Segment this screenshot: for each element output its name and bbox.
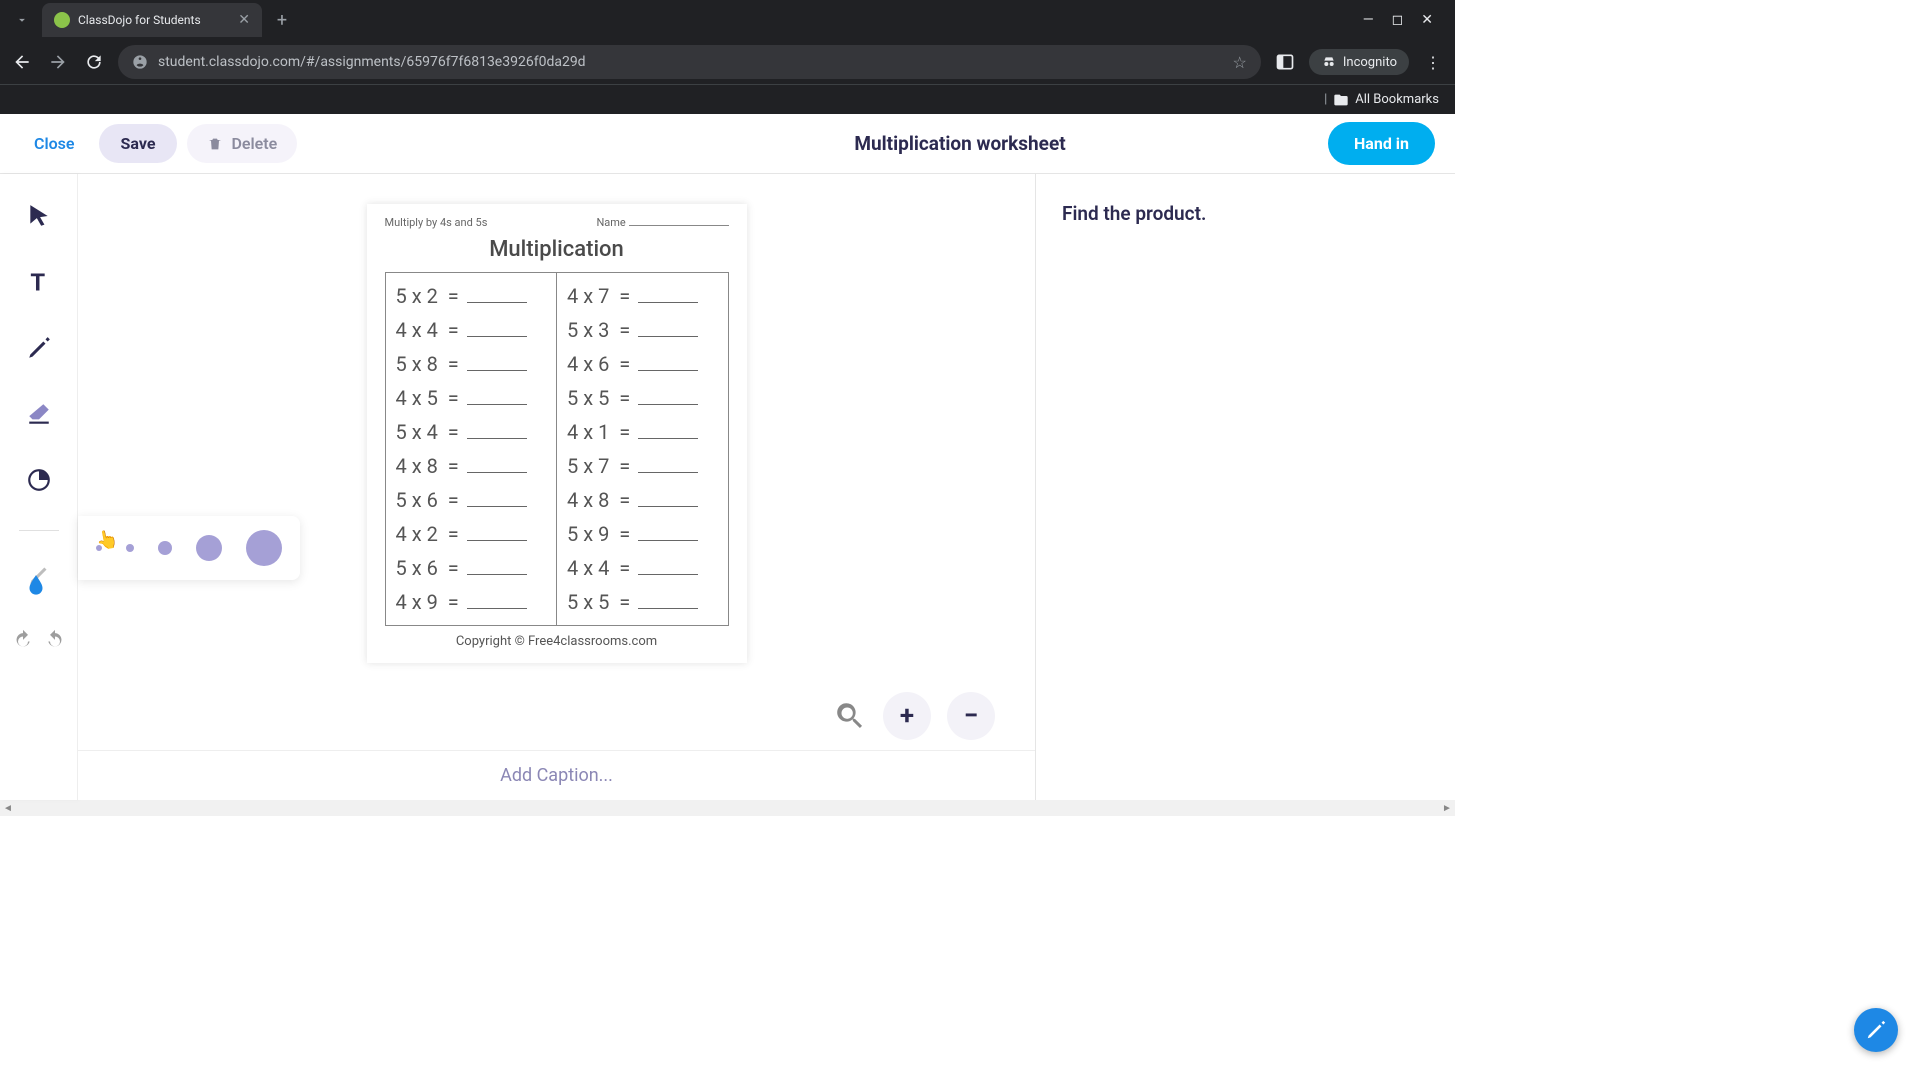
worksheet-row: 4 x 6 = bbox=[567, 347, 718, 381]
brush-size-lg[interactable] bbox=[196, 535, 222, 561]
worksheet-row: 4 x 4 = bbox=[396, 313, 547, 347]
worksheet-row: 4 x 1 = bbox=[567, 415, 718, 449]
redo-button[interactable] bbox=[43, 627, 67, 651]
eraser-tool[interactable] bbox=[19, 394, 59, 434]
brush-size-xs[interactable] bbox=[96, 545, 102, 551]
worksheet-instruction: Multiply by 4s and 5s bbox=[385, 216, 488, 229]
worksheet-row: 4 x 4 = bbox=[567, 551, 718, 585]
worksheet-row: 5 x 5 = bbox=[567, 381, 718, 415]
brush-size-xl[interactable] bbox=[246, 530, 282, 566]
worksheet-row: 5 x 3 = bbox=[567, 313, 718, 347]
text-tool[interactable]: T bbox=[19, 262, 59, 302]
worksheet-image: Multiply by 4s and 5s Name Multiplicatio… bbox=[367, 204, 747, 663]
tab-title: ClassDojo for Students bbox=[78, 13, 230, 27]
worksheet-row: 5 x 2 = bbox=[396, 279, 547, 313]
tab-bar: ClassDojo for Students ✕ + — ◻ ✕ bbox=[0, 0, 1455, 40]
worksheet-row: 5 x 7 = bbox=[567, 449, 718, 483]
zoom-in-button[interactable]: + bbox=[883, 692, 931, 740]
svg-text:T: T bbox=[30, 269, 45, 295]
window-controls: — ◻ ✕ bbox=[1363, 12, 1447, 28]
url-bar[interactable]: student.classdojo.com/#/assignments/6597… bbox=[118, 45, 1261, 79]
canvas-viewport[interactable]: Multiply by 4s and 5s Name Multiplicatio… bbox=[78, 174, 1035, 750]
pen-tool[interactable] bbox=[19, 328, 59, 368]
zoom-search-icon[interactable] bbox=[833, 699, 867, 733]
brush-size-flyout bbox=[78, 516, 300, 580]
toolbox: T bbox=[0, 174, 78, 800]
worksheet-copyright: Copyright © Free4classrooms.com bbox=[385, 634, 729, 649]
worksheet-row: 5 x 4 = bbox=[396, 415, 547, 449]
worksheet-row: 5 x 6 = bbox=[396, 551, 547, 585]
reload-button[interactable] bbox=[82, 50, 106, 74]
site-settings-icon[interactable] bbox=[132, 54, 148, 70]
worksheet-name-label: Name bbox=[596, 216, 625, 229]
url-text: student.classdojo.com/#/assignments/6597… bbox=[158, 54, 586, 70]
instructions-panel: Find the product. bbox=[1035, 174, 1455, 800]
worksheet-row: 4 x 8 = bbox=[396, 449, 547, 483]
back-button[interactable] bbox=[10, 50, 34, 74]
worksheet-row: 4 x 9 = bbox=[396, 585, 547, 619]
main-area: T 👆 bbox=[0, 174, 1455, 800]
worksheet-row: 5 x 9 = bbox=[567, 517, 718, 551]
all-bookmarks-button[interactable]: All Bookmarks bbox=[1355, 92, 1439, 107]
tab-search-dropdown[interactable] bbox=[8, 6, 36, 34]
worksheet-title: Multiplication bbox=[385, 237, 729, 262]
nav-bar: student.classdojo.com/#/assignments/6597… bbox=[0, 40, 1455, 84]
browser-tab[interactable]: ClassDojo for Students ✕ bbox=[42, 3, 262, 37]
color-picker-tool[interactable] bbox=[19, 561, 59, 601]
brush-size-sm[interactable] bbox=[126, 544, 134, 552]
panel-icon[interactable] bbox=[1273, 50, 1297, 74]
kebab-menu[interactable]: ⋮ bbox=[1421, 50, 1445, 74]
trash-icon bbox=[207, 136, 223, 152]
zoom-controls: + − bbox=[833, 692, 995, 740]
worksheet-name-blank bbox=[629, 225, 729, 226]
worksheet-table: 5 x 2 =4 x 4 =5 x 8 =4 x 5 =5 x 4 =4 x 8… bbox=[385, 272, 729, 626]
shape-tool[interactable] bbox=[19, 460, 59, 500]
close-button[interactable]: Close bbox=[20, 126, 89, 161]
incognito-badge[interactable]: Incognito bbox=[1309, 49, 1409, 75]
worksheet-row: 4 x 2 = bbox=[396, 517, 547, 551]
caption-input[interactable]: Add Caption... bbox=[78, 750, 1035, 800]
browser-chrome: ClassDojo for Students ✕ + — ◻ ✕ student… bbox=[0, 0, 1455, 114]
delete-button[interactable]: Delete bbox=[187, 124, 297, 163]
pointer-tool[interactable] bbox=[19, 196, 59, 236]
hand-in-button[interactable]: Hand in bbox=[1328, 122, 1435, 165]
minimize-button[interactable]: — bbox=[1363, 12, 1374, 28]
worksheet-row: 4 x 8 = bbox=[567, 483, 718, 517]
brush-size-md[interactable] bbox=[158, 541, 172, 555]
save-button[interactable]: Save bbox=[99, 124, 178, 163]
app-header: Close Save Delete Multiplication workshe… bbox=[0, 114, 1455, 174]
worksheet-row: 5 x 8 = bbox=[396, 347, 547, 381]
horizontal-scrollbar[interactable]: ◄► bbox=[0, 800, 1455, 816]
tab-close-icon[interactable]: ✕ bbox=[238, 12, 250, 28]
assignment-title: Multiplication worksheet bbox=[854, 132, 1065, 155]
help-fab[interactable] bbox=[1854, 1008, 1898, 1052]
folder-icon bbox=[1333, 92, 1349, 108]
toolbox-divider bbox=[19, 530, 59, 531]
incognito-icon bbox=[1321, 54, 1337, 70]
worksheet-row: 4 x 5 = bbox=[396, 381, 547, 415]
classdojo-favicon bbox=[54, 12, 70, 28]
maximize-button[interactable]: ◻ bbox=[1392, 12, 1404, 28]
bookmarks-bar: | All Bookmarks bbox=[0, 84, 1455, 114]
bookmark-star-icon[interactable]: ☆ bbox=[1233, 53, 1247, 72]
instruction-text: Find the product. bbox=[1062, 202, 1429, 225]
worksheet-row: 4 x 7 = bbox=[567, 279, 718, 313]
close-window-button[interactable]: ✕ bbox=[1421, 12, 1433, 28]
new-tab-button[interactable]: + bbox=[268, 6, 296, 34]
canvas-area: Multiply by 4s and 5s Name Multiplicatio… bbox=[78, 174, 1035, 800]
worksheet-row: 5 x 5 = bbox=[567, 585, 718, 619]
undo-button[interactable] bbox=[11, 627, 35, 651]
zoom-out-button[interactable]: − bbox=[947, 692, 995, 740]
worksheet-row: 5 x 6 = bbox=[396, 483, 547, 517]
forward-button[interactable] bbox=[46, 50, 70, 74]
